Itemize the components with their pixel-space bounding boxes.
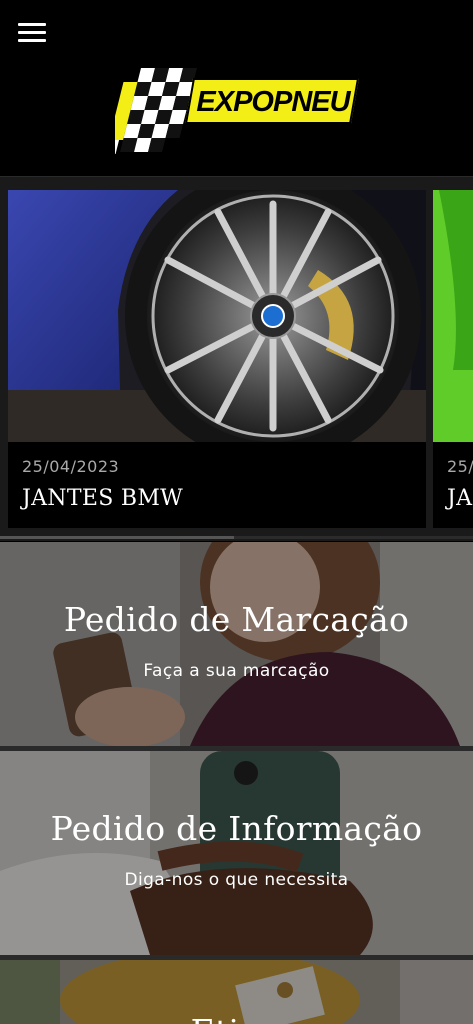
news-card-date: 25/04/2023 — [22, 457, 120, 476]
hamburger-line — [18, 39, 46, 42]
news-card-title: JANTES BMW — [22, 486, 184, 511]
banner-subtitle: Faça a sua marcação — [143, 661, 330, 681]
carousel-scrollbar[interactable] — [0, 536, 473, 539]
logo-text: EXPOPNEU — [196, 86, 350, 118]
banner-title: Etiqu — [0, 1012, 473, 1024]
information-request-banner[interactable]: Pedido de Informação Diga-nos o que nece… — [0, 751, 473, 955]
banner-title: Pedido de Informação — [50, 809, 423, 848]
banner-title: Pedido de Marcação — [63, 600, 410, 639]
news-card-title: JA — [447, 486, 473, 511]
hamburger-line — [18, 31, 46, 34]
news-card-date: 25/ — [447, 457, 473, 476]
news-card[interactable]: 25/04/2023 JANTES BMW — [8, 190, 426, 528]
news-carousel[interactable]: 25/04/2023 JANTES BMW 25/ JA — [0, 177, 473, 541]
banner-overlay — [0, 751, 473, 955]
carousel-scroll-thumb[interactable] — [0, 536, 234, 539]
news-card[interactable]: 25/ JA — [433, 190, 473, 528]
expopneu-logo[interactable]: EXPOPNEU — [115, 62, 360, 158]
news-card-image — [433, 190, 473, 442]
hamburger-menu-icon — [18, 23, 46, 26]
label-banner[interactable]: Etiqu — [0, 960, 473, 1024]
menu-button[interactable] — [16, 20, 48, 44]
app-header: EXPOPNEU — [0, 0, 473, 176]
banner-overlay — [0, 542, 473, 746]
banner-subtitle: Diga-nos o que necessita — [124, 870, 349, 890]
appointment-request-banner[interactable]: Pedido de Marcação Faça a sua marcação — [0, 542, 473, 746]
news-card-image — [8, 190, 426, 442]
